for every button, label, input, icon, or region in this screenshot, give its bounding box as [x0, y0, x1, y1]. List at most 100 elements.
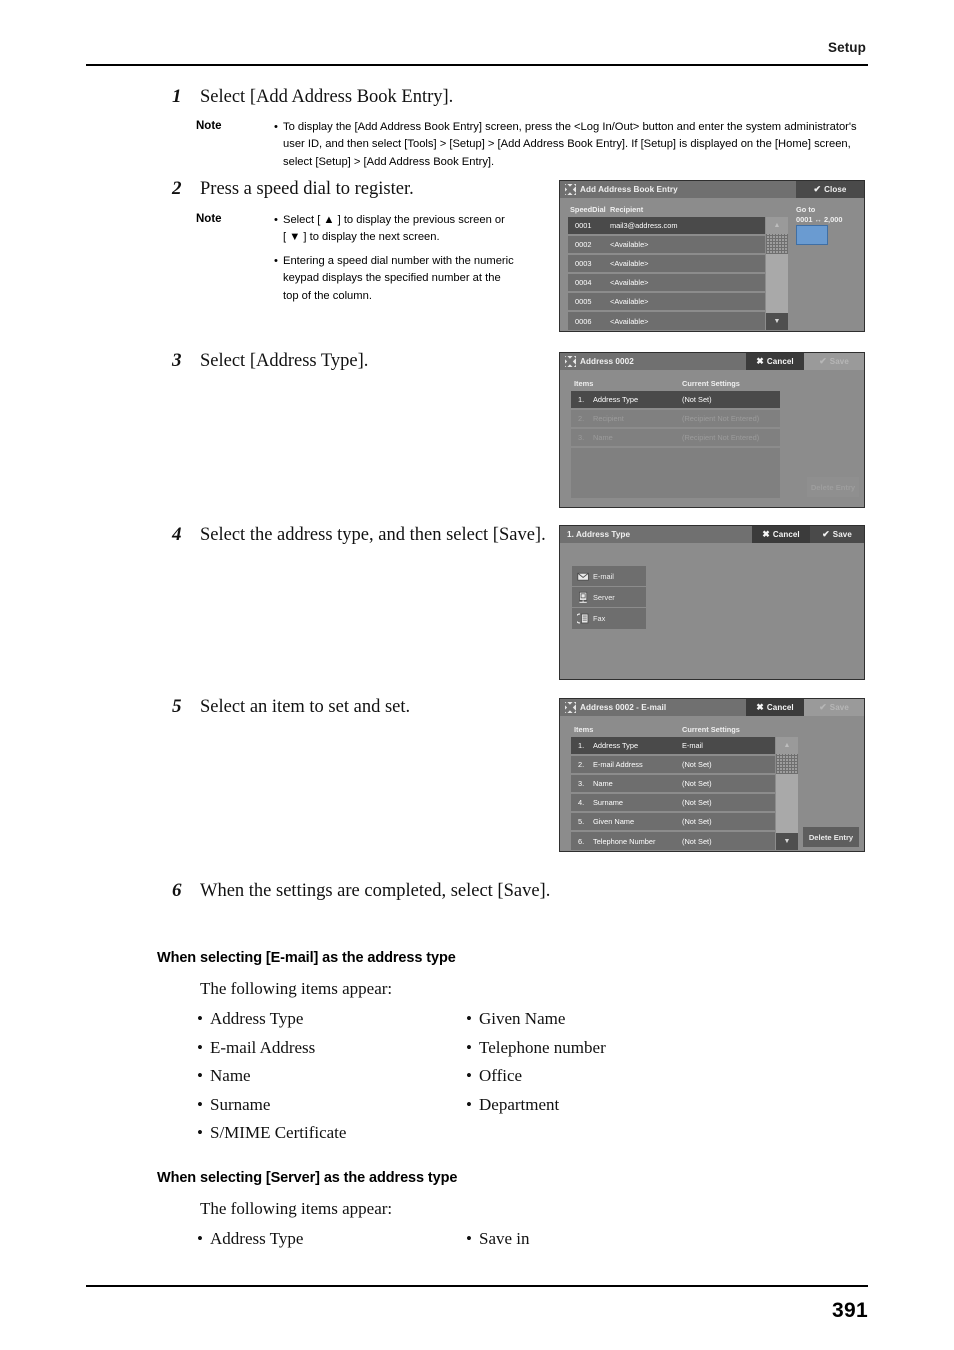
speeddial-recipient: <Available> [610, 297, 649, 306]
step-3-text: Select [Address Type]. [200, 351, 369, 371]
server-icon [577, 591, 590, 604]
panel-address-0002-email[interactable]: Address 0002 - E-mail ✖ Cancel ✔ Save It… [559, 698, 865, 852]
scrollbar-thumb[interactable] [776, 774, 798, 833]
bullet-glyph: • [466, 1009, 472, 1028]
list-item-label: Save in [479, 1229, 530, 1248]
panel-address-type[interactable]: 1. Address Type ✖ Cancel ✔ Save E-mail S… [559, 525, 865, 680]
speeddial-row[interactable]: 0003 <Available> [568, 255, 765, 273]
save-button[interactable]: ✔ Save [810, 526, 864, 543]
setting-row[interactable]: 2. E-mail Address (Not Set) [571, 756, 775, 774]
row-item: Surname [593, 798, 623, 807]
speeddial-row[interactable]: 0004 <Available> [568, 274, 765, 292]
step-6: 6 When the settings are completed, selec… [172, 880, 672, 903]
list-item-label: Address Type [210, 1009, 304, 1028]
list-scrollbar[interactable]: ▲ ▼ [766, 217, 788, 330]
address-type-fax-button[interactable]: Fax [572, 608, 646, 629]
note-label-2: Note [196, 213, 222, 225]
row-setting: (Recipient Not Entered) [682, 433, 760, 442]
row-index: 2. [578, 414, 585, 423]
scroll-up-icon[interactable]: ▲ [766, 217, 788, 234]
save-button-label: Save [832, 530, 852, 539]
address-type-email-button[interactable]: E-mail [572, 566, 646, 587]
address-book-icon [565, 184, 576, 195]
setting-row[interactable]: 3. Name (Not Set) [571, 775, 775, 793]
close-x-icon: ✖ [756, 356, 764, 366]
list-item-label: Department [479, 1094, 560, 1114]
row-index: 5. [578, 817, 585, 826]
setting-row[interactable]: 4. Surname (Not Set) [571, 794, 775, 812]
header-rule [86, 64, 868, 66]
row-item: Recipient [593, 414, 624, 423]
check-icon: ✔ [813, 184, 822, 194]
panel-address-0002[interactable]: Address 0002 ✖ Cancel ✔ Save Items Curre… [559, 352, 865, 508]
panel1-title: Add Address Book Entry [580, 185, 678, 194]
list-item: • Address Type [197, 1225, 303, 1254]
scroll-down-icon[interactable]: ▼ [776, 833, 798, 850]
page-number: 391 [832, 1299, 868, 1322]
bullet-glyph: • [197, 1123, 203, 1143]
setting-row[interactable]: 5. Given Name (Not Set) [571, 813, 775, 831]
step-3-number: 3 [172, 350, 182, 371]
col-header-speeddial: SpeedDial [570, 205, 606, 214]
cancel-button[interactable]: ✖ Cancel [746, 353, 804, 370]
check-icon: ✔ [819, 702, 827, 712]
email-items-left-column: • Address Type • E-mail Address • Name • Sur… [197, 1005, 346, 1148]
close-button-label: Close [824, 185, 847, 194]
speeddial-row[interactable]: 0002 <Available> [568, 236, 765, 254]
list-item: • Surname [197, 1091, 346, 1120]
panel2-titlebar: Address 0002 ✖ Cancel ✔ Save [560, 353, 864, 370]
save-button: ✔ Save [804, 699, 864, 716]
speeddial-recipient: <Available> [610, 316, 649, 326]
scroll-up-icon[interactable]: ▲ [776, 737, 798, 754]
speeddial-id: 0006 [575, 316, 592, 326]
row-item: Name [593, 779, 613, 788]
scrollbar-grip[interactable] [766, 234, 788, 254]
note-text: To display the [Add Address Book Entry] … [283, 121, 857, 168]
document-page: Setup 1 Select [Add Address Book Entry].… [0, 0, 954, 1350]
list-item-label: E-mail Address [210, 1037, 316, 1057]
speeddial-row[interactable]: 0005 <Available> [568, 293, 765, 311]
close-button[interactable]: ✔ Close [796, 181, 864, 198]
server-items-left-column: • Address Type [197, 1225, 303, 1254]
list-item: • S/MIME Certificate [197, 1119, 346, 1148]
row-item: Given Name [593, 817, 635, 826]
check-icon: ✔ [822, 529, 830, 539]
list-item: • Address Type [197, 1005, 346, 1034]
delete-entry-button[interactable]: Delete Entry [803, 827, 859, 847]
speeddial-row[interactable]: 0006 <Available> [568, 312, 765, 330]
step-4: 4 Select the address type, and then sele… [172, 524, 562, 547]
note-text: Entering a speed dial number with the nu… [283, 253, 514, 305]
scrollbar-grip[interactable] [776, 754, 798, 774]
note-line: [ ▼ ] to display the next screen. [283, 231, 440, 244]
section-heading-server: When selecting [Server] as the address t… [157, 1170, 458, 1186]
row-index: 6. [578, 836, 585, 846]
cancel-button[interactable]: ✖ Cancel [752, 526, 810, 543]
goto-label-text: Go to [796, 205, 816, 214]
server-items-right-column: • Save in [466, 1225, 530, 1254]
row-setting: (Not Set) [682, 395, 712, 404]
cancel-button-label: Cancel [766, 357, 794, 366]
col-header-recipient: Recipient [610, 205, 644, 214]
row-setting: (Not Set) [682, 760, 712, 769]
step-2-number: 2 [172, 178, 182, 199]
setting-row[interactable]: 6. Telephone Number (Not Set) [571, 832, 775, 850]
goto-input[interactable] [796, 225, 828, 245]
list-item-label: Telephone number [479, 1037, 606, 1057]
note-item: • Entering a speed dial number with the … [274, 253, 514, 305]
list-scrollbar[interactable]: ▲ ▼ [776, 737, 798, 850]
note-block-1: Note • To display the [Add Address Book … [196, 119, 861, 173]
email-items-right-column: • Given Name • Telephone number • Office • D… [466, 1005, 606, 1119]
bullet-glyph: • [466, 1066, 472, 1086]
note-line: Entering a speed dial number with the nu… [283, 254, 514, 267]
scroll-down-icon[interactable]: ▼ [766, 313, 788, 330]
step-4-number: 4 [172, 524, 182, 545]
speeddial-row[interactable]: 0001 mail3@address.com [568, 217, 765, 235]
address-type-server-button[interactable]: Server [572, 587, 646, 608]
setting-row[interactable]: 1. Address Type E-mail [571, 737, 775, 755]
cancel-button[interactable]: ✖ Cancel [746, 699, 804, 716]
setting-row[interactable]: 1. Address Type (Not Set) [571, 391, 780, 409]
bullet-glyph: • [197, 1229, 203, 1248]
scrollbar-thumb[interactable] [766, 254, 788, 313]
panel-add-address-book-entry[interactable]: Add Address Book Entry ✔ Close SpeedDial… [559, 180, 865, 332]
address-type-label: Fax [593, 614, 606, 623]
